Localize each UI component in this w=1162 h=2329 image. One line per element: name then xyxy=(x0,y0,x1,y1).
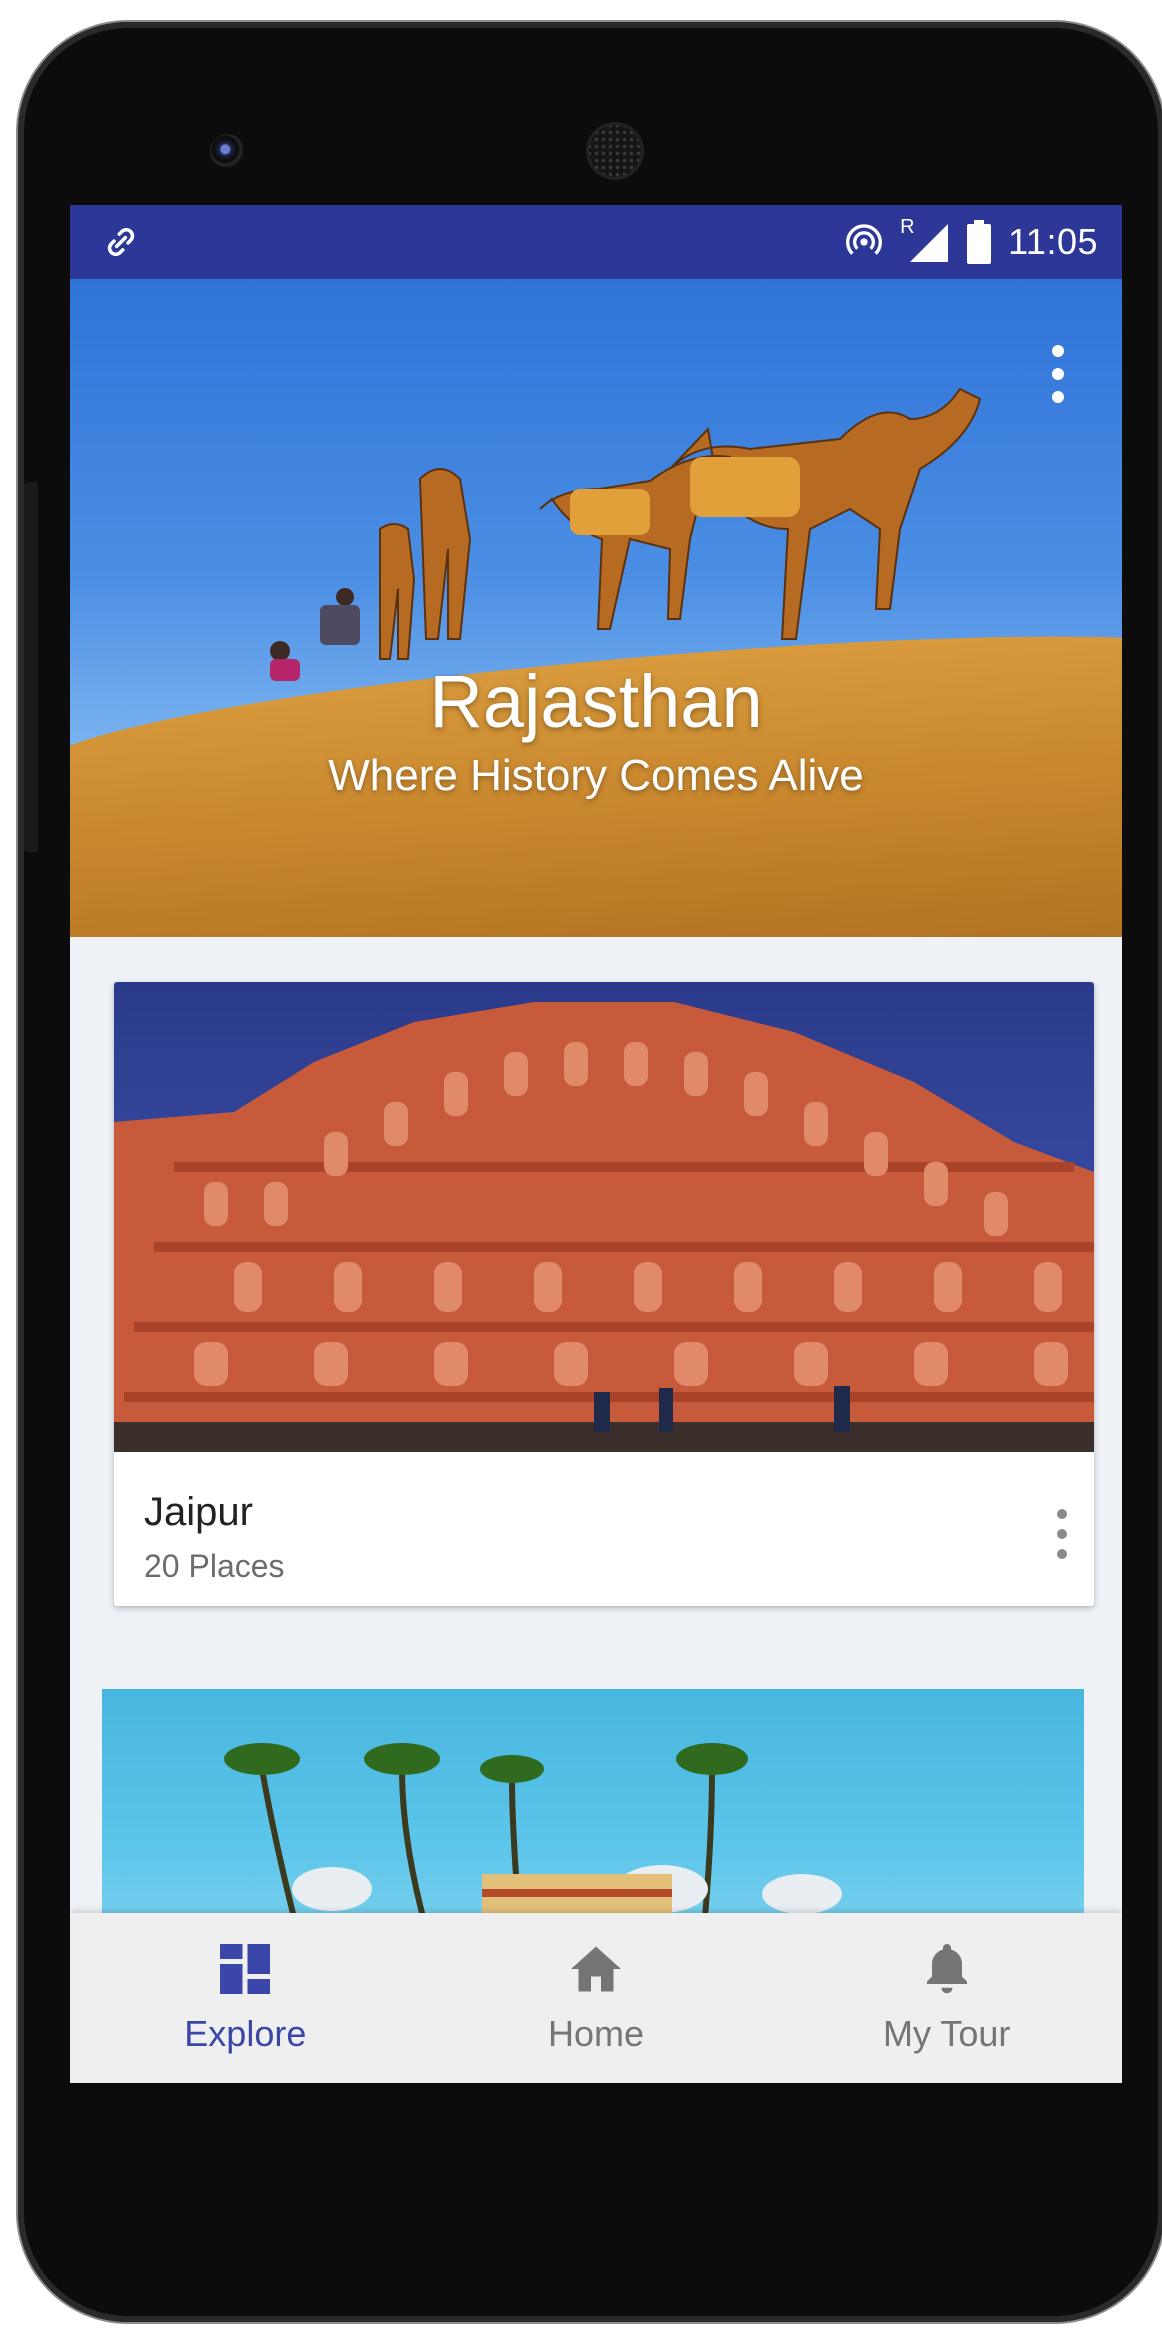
nav-explore[interactable]: Explore xyxy=(70,1913,421,2083)
card-image-hawa-mahal xyxy=(114,982,1094,1452)
nav-home[interactable]: Home xyxy=(421,1913,772,2083)
hero-subtitle: Where History Comes Alive xyxy=(328,751,864,800)
more-vertical-icon[interactable] xyxy=(1046,339,1070,409)
card-image-palace xyxy=(224,1743,842,1949)
city-card-jaipur[interactable]: Jaipur 20 Places xyxy=(114,982,1094,1606)
status-bar: R 11:05 xyxy=(70,205,1122,279)
card-title: Jaipur xyxy=(144,1490,253,1534)
hero-title: Rajasthan xyxy=(429,660,763,743)
bottom-navigation: Explore Home My Tour xyxy=(70,1913,1122,2083)
explore-grid-icon xyxy=(220,1944,271,1994)
status-time: 11:05 xyxy=(1008,221,1098,262)
bell-icon xyxy=(926,1944,967,1994)
nav-explore-label: Explore xyxy=(184,2013,307,2054)
nav-home-label: Home xyxy=(547,2013,645,2054)
nav-my-tour[interactable]: My Tour xyxy=(771,1913,1122,2083)
hero-banner: Rajasthan Where History Comes Alive xyxy=(70,279,1122,937)
hero-camels-image xyxy=(270,387,982,681)
hotspot-icon xyxy=(846,224,883,255)
link-icon xyxy=(107,228,135,256)
screen: R 11:05 Rajasthan Where History Comes Al… xyxy=(70,205,1122,2083)
earpiece-speaker xyxy=(586,122,644,180)
city-card-second[interactable] xyxy=(102,1689,1084,1949)
front-camera xyxy=(210,134,244,168)
card-subtitle: 20 Places xyxy=(144,1548,285,1584)
battery-icon xyxy=(967,220,992,264)
more-vertical-icon[interactable] xyxy=(1050,1504,1074,1564)
home-icon xyxy=(571,1946,621,1992)
side-button xyxy=(24,482,38,852)
nav-my-tour-label: My Tour xyxy=(882,2013,1011,2054)
signal-icon: R xyxy=(900,216,950,264)
